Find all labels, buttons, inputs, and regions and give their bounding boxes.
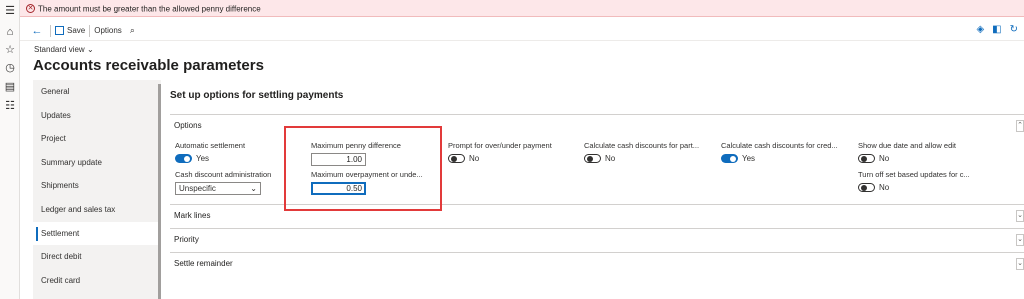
calc-cash-cred-label: Calculate cash discounts for cred...	[721, 141, 838, 150]
search-icon[interactable]: ⌕	[130, 25, 135, 36]
toggle-value: No	[879, 154, 890, 163]
calc-cash-cred-field: Calculate cash discounts for cred... Yes	[721, 141, 838, 165]
tab-credit-card[interactable]: Credit card	[33, 269, 161, 293]
cash-discount-admin-field: Cash discount administration Unspecific …	[175, 170, 271, 195]
toggle-value: No	[879, 183, 890, 192]
toggle-value: Yes	[742, 154, 756, 163]
action-pane: ← Save Options ⌕ ◈ ◧ ↻	[20, 21, 1024, 41]
chevron-down-icon[interactable]: ⌄	[1016, 258, 1024, 270]
chevron-up-icon[interactable]: ⌃	[1016, 120, 1024, 132]
tab-settlement[interactable]: Settlement	[33, 221, 161, 246]
left-rail: ☰ ⌂ ☆ ◷ ▤ ☷	[0, 0, 20, 299]
prompt-over-under-field: Prompt for over/under payment No	[448, 141, 552, 165]
calc-cash-part-field: Calculate cash discounts for part... No	[584, 141, 699, 165]
automatic-settlement-field: Automatic settlement Yes	[175, 141, 245, 165]
tab-direct-debit[interactable]: Direct debit	[33, 245, 161, 269]
fasttab-settle-remainder-header[interactable]: Settle remainder	[170, 253, 1024, 275]
back-arrow-icon[interactable]: ←	[28, 25, 46, 37]
save-button[interactable]: Save	[55, 26, 85, 35]
hamburger-icon[interactable]: ☰	[4, 5, 16, 17]
cash-discount-admin-label: Cash discount administration	[175, 170, 272, 179]
fasttab-priority: Priority ⌄	[170, 228, 1024, 251]
show-due-date-field: Show due date and allow edit No	[858, 141, 956, 165]
tab-summary-update[interactable]: Summary update	[33, 151, 161, 175]
calc-cash-cred-toggle[interactable]: Yes	[721, 154, 755, 163]
list-icon[interactable]: ☷	[4, 100, 16, 112]
show-due-date-toggle[interactable]: No	[858, 154, 889, 163]
automatic-settlement-toggle[interactable]: Yes	[175, 154, 209, 163]
chevron-down-icon: ⌄	[86, 45, 94, 54]
select-value: Unspecific	[179, 184, 216, 193]
nav-scrollbar[interactable]	[158, 84, 161, 299]
clock-icon[interactable]: ◷	[4, 62, 16, 74]
error-icon: ✕	[26, 4, 35, 14]
fasttab-priority-header[interactable]: Priority	[170, 229, 1024, 251]
prompt-over-under-toggle[interactable]: No	[448, 154, 479, 163]
calc-cash-part-label: Calculate cash discounts for part...	[584, 141, 700, 150]
save-icon	[55, 26, 64, 35]
highlight-box	[284, 126, 442, 211]
home-icon[interactable]: ⌂	[4, 26, 16, 38]
star-icon[interactable]: ☆	[4, 44, 16, 56]
toggle-value: Yes	[196, 154, 210, 163]
refresh-icon[interactable]: ↻	[1010, 24, 1018, 35]
toggle-value: No	[469, 154, 480, 163]
error-message-bar: ✕ The amount must be greater than the all…	[20, 0, 1024, 17]
office-icon[interactable]: ◧	[992, 24, 1001, 35]
toggle-value: No	[605, 154, 616, 163]
chevron-down-icon: ⌄	[250, 184, 257, 193]
view-label: Standard view	[34, 45, 85, 54]
tab-updates[interactable]: Updates	[33, 104, 161, 128]
page-title: Accounts receivable parameters	[33, 57, 264, 74]
error-message: The amount must be greater than the allo…	[38, 4, 261, 14]
toolbar-divider	[50, 24, 51, 37]
show-due-date-label: Show due date and allow edit	[858, 141, 956, 150]
module-icon[interactable]: ▤	[4, 81, 16, 93]
chevron-down-icon[interactable]: ⌄	[1016, 210, 1024, 222]
tab-project[interactable]: Project	[33, 127, 161, 151]
toolbar-right-icons: ◈ ◧ ↻	[976, 24, 1018, 35]
vertical-tab-list: General Updates Project Summary update S…	[33, 80, 161, 299]
cash-discount-admin-select[interactable]: Unspecific ⌄	[175, 182, 261, 195]
toolbar-divider	[89, 24, 91, 37]
tab-general[interactable]: General	[33, 80, 161, 104]
chevron-down-icon[interactable]: ⌄	[1016, 234, 1024, 246]
fasttab-settle-remainder: Settle remainder ⌄	[170, 252, 1024, 275]
tab-ledger-and-sales-tax[interactable]: Ledger and sales tax	[33, 198, 161, 222]
prompt-over-under-label: Prompt for over/under payment	[448, 141, 552, 150]
diamond-icon[interactable]: ◈	[976, 24, 984, 35]
options-button[interactable]: Options	[94, 26, 122, 35]
save-label: Save	[67, 26, 86, 35]
tab-shipments[interactable]: Shipments	[33, 174, 161, 198]
turn-off-set-field: Turn off set based updates for c... No	[858, 170, 970, 194]
automatic-settlement-label: Automatic settlement	[175, 141, 246, 150]
view-selector[interactable]: Standard view ⌄	[34, 45, 94, 54]
turn-off-set-toggle[interactable]: No	[858, 183, 889, 192]
calc-cash-part-toggle[interactable]: No	[584, 154, 615, 163]
section-title: Set up options for settling payments	[170, 90, 344, 101]
turn-off-set-label: Turn off set based updates for c...	[858, 170, 970, 179]
